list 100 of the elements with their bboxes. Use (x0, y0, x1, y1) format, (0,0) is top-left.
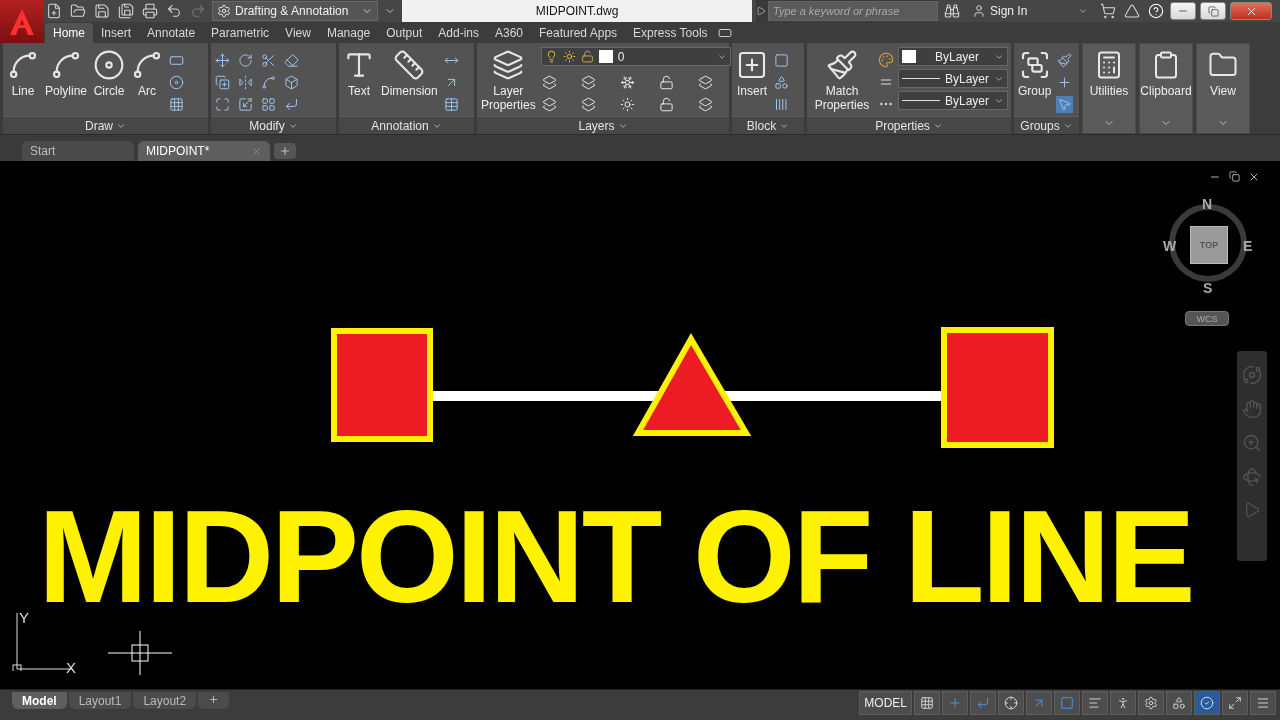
small-tool-button[interactable] (214, 51, 231, 69)
panel-button[interactable]: Utilities (1082, 43, 1136, 134)
small-tool-button[interactable] (1056, 95, 1074, 113)
close-icon[interactable] (1248, 171, 1260, 183)
ribbon-tab[interactable]: View (277, 23, 319, 43)
small-tool-button[interactable] (773, 51, 790, 69)
panel-title[interactable]: Groups (1014, 116, 1079, 134)
dimension-icon (393, 49, 426, 81)
isolate-button[interactable] (1194, 691, 1220, 715)
restore-icon[interactable] (1229, 171, 1240, 182)
fillet-icon (261, 74, 276, 90)
small-tool-button[interactable] (260, 73, 277, 91)
panel-title[interactable]: Modify (211, 116, 336, 134)
layer-match-icon (698, 74, 714, 90)
ribbon-tab[interactable]: Insert (93, 23, 140, 43)
lineweight-button[interactable] (1082, 691, 1108, 715)
mirror-icon (238, 74, 253, 90)
ribbon-tab[interactable]: Add-ins (430, 23, 487, 43)
osnap-button[interactable] (1054, 691, 1080, 715)
grid-button[interactable] (914, 691, 940, 715)
search-field[interactable]: Type a keyword or phrase (768, 1, 938, 21)
panel-title[interactable]: Annotation (339, 116, 474, 134)
tool-button[interactable]: Polyline (44, 47, 89, 100)
file-tab[interactable]: Start (22, 141, 134, 161)
layout-tab[interactable]: Layout2 (133, 692, 197, 709)
help-button[interactable] (1146, 1, 1166, 21)
ribbon-tab[interactable]: Parametric (203, 23, 278, 43)
search-button[interactable] (942, 1, 962, 21)
fullscreen-button[interactable] (1222, 691, 1248, 715)
panel-title[interactable]: Block (732, 116, 804, 134)
user-icon (972, 4, 986, 18)
restore-button[interactable] (1200, 2, 1226, 20)
layer-walk-icon (698, 96, 714, 112)
expand-icon (756, 6, 766, 16)
small-tool-button[interactable] (237, 95, 254, 113)
plus-icon (279, 145, 291, 157)
panel-title[interactable]: Draw (3, 116, 208, 134)
tool-button[interactable]: Arc (130, 47, 165, 100)
store-button[interactable] (1098, 1, 1118, 21)
tool-button[interactable]: Line (6, 47, 40, 100)
compass-label: E (1243, 238, 1253, 254)
add-layout-button[interactable] (198, 692, 230, 709)
property-dropdown[interactable]: ByLayer (898, 47, 1008, 66)
property-dropdown[interactable]: ByLayer (898, 91, 1008, 110)
property-dropdown[interactable]: ByLayer (898, 69, 1008, 88)
workspace-dropdown[interactable]: Drafting & Annotation (212, 1, 378, 21)
tool-button[interactable]: Text (342, 47, 376, 100)
exchange-button[interactable] (1122, 1, 1142, 21)
ribbon-tab[interactable]: Manage (318, 23, 379, 43)
tool-button[interactable]: Match Properties (810, 47, 874, 114)
units-button[interactable] (1166, 691, 1192, 715)
annotation-button[interactable] (1110, 691, 1136, 715)
panel-button[interactable]: Clipboard (1139, 43, 1193, 134)
ribbon-tab[interactable]: A360 (487, 23, 531, 43)
polar-button[interactable] (998, 691, 1024, 715)
unlock-icon (659, 96, 675, 112)
small-tool-button[interactable] (283, 51, 300, 69)
small-tool-button[interactable] (442, 95, 460, 113)
grid-icon (920, 696, 934, 710)
color-wheel-icon[interactable] (878, 52, 894, 68)
ortho-button[interactable] (970, 691, 996, 715)
tool-button[interactable]: Circle (92, 47, 127, 100)
panel-title[interactable]: Layers (477, 116, 729, 134)
tool-button[interactable]: Layer Properties (480, 47, 537, 114)
tool-button[interactable]: Insert (735, 47, 769, 100)
panel-title[interactable]: Properties (807, 116, 1011, 134)
workspace-button[interactable] (1138, 691, 1164, 715)
sign-in-button[interactable]: Sign In (966, 3, 1094, 19)
small-tool-button[interactable] (214, 73, 231, 91)
ribbon-tab[interactable]: Express Tools (625, 23, 716, 43)
panel-button[interactable]: View (1196, 43, 1250, 134)
ribbon-tab[interactable]: Annotate (139, 23, 204, 43)
menu-button[interactable] (1250, 691, 1276, 715)
ribbon-toggle-icon (717, 26, 732, 40)
tool-button[interactable]: Group (1017, 47, 1053, 100)
print-button[interactable] (140, 1, 160, 21)
ribbon-tab[interactable]: Home (45, 23, 93, 43)
compass-label: N (1202, 196, 1213, 212)
minimize-button[interactable] (1170, 2, 1196, 20)
file-tab[interactable]: MIDPOINT* (138, 141, 270, 161)
small-tool-button[interactable] (260, 51, 277, 69)
ribbon-tab[interactable]: Output (378, 23, 431, 43)
shapes-icon (1172, 696, 1186, 710)
ribbon-tab[interactable]: Featured Apps (531, 23, 626, 43)
small-tool-button[interactable] (237, 51, 254, 69)
crosshair-cursor (108, 631, 172, 675)
model-space-button[interactable]: MODEL (859, 691, 912, 715)
layer-dropdown[interactable]: 0 (540, 47, 731, 66)
application-menu-button[interactable] (0, 0, 44, 43)
tool-button[interactable]: Dimension (380, 47, 439, 100)
small-tool-button[interactable] (237, 73, 254, 91)
small-tool-button[interactable] (260, 95, 277, 113)
new-tab-button[interactable] (274, 143, 296, 159)
save-as-button[interactable] (116, 1, 136, 21)
freeze-icon (620, 74, 636, 90)
scale-icon (238, 96, 253, 112)
save-button[interactable] (92, 1, 112, 21)
axis-label: Y (19, 609, 29, 626)
layout-tab[interactable]: Layout1 (68, 692, 132, 709)
layout-tab[interactable]: Model (12, 692, 67, 709)
